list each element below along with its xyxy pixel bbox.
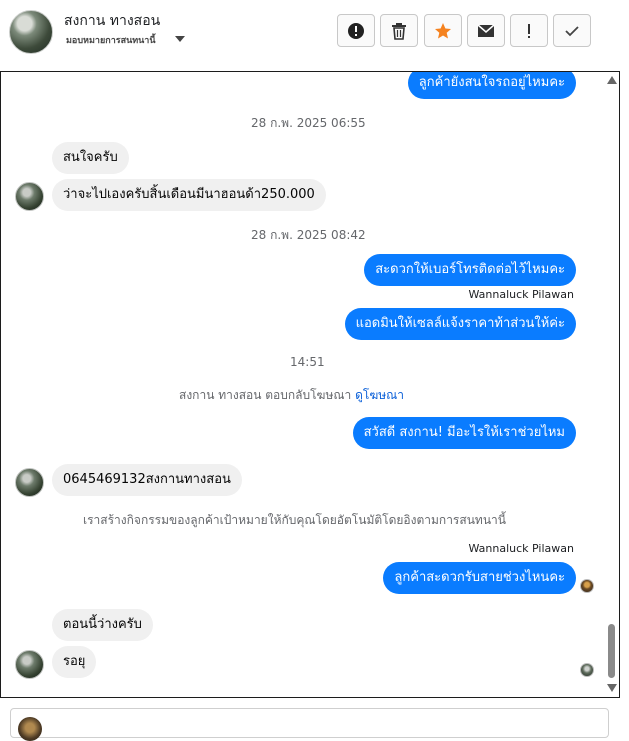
sender-name: Wannaluck Pilawan [468,288,575,301]
message-incoming[interactable]: 0645469132สงกานทางสอน [52,464,242,496]
message-outgoing[interactable]: ลูกค้ายังสนใจรถอยู่ไหมคะ [407,72,576,99]
read-receipt-icon [580,663,594,677]
seen-avatar-icon [580,579,594,593]
timestamp: 28 ก.พ. 2025 08:42 [251,228,366,242]
mail-icon [477,23,495,37]
message-outgoing[interactable]: แอดมินให้เซลล์แจ้งราคาท้าส่วนให้ค่ะ [344,308,576,340]
chevron-down-icon[interactable] [175,36,185,42]
message-incoming[interactable]: รอยุ [52,646,97,678]
message-outgoing[interactable]: สะดวกให้เบอร์โทรติดต่อไว้ไหมคะ [364,254,576,286]
ad-reply-text: สงกาน ทางสอน ตอบกลับโฆษณา [179,388,352,402]
report-button[interactable] [337,14,375,47]
star-button[interactable] [424,14,462,47]
message-outgoing[interactable]: ลูกค้าสะดวกรับสายช่วงไหนคะ [383,562,576,594]
exclamation-icon [528,23,530,38]
message-outgoing[interactable]: สวัสดี สงกาน! มีอะไรให้เราช่วยไหม [352,417,576,449]
lead-activity-notice: เราสร้างกิจกรรมของลูกค้าเป้าหมายให้กับคุ… [83,513,506,527]
scroll-up-icon[interactable] [607,76,617,84]
contact-avatar-small[interactable] [15,650,44,679]
message-incoming[interactable]: สนใจครับ [52,142,129,174]
contact-avatar[interactable] [9,10,53,54]
scrollbar-thumb[interactable] [608,624,615,678]
message-thread[interactable]: ลูกค้ายังสนใจรถอยู่ไหมคะ 28 ก.พ. 2025 06… [0,71,620,698]
contact-avatar-small[interactable] [15,182,44,211]
trash-icon [392,22,406,40]
ad-reply-notice: สงกาน ทางสอน ตอบกลับโฆษณา ดูโฆษณา [179,386,404,405]
scroll-down-icon[interactable] [607,684,617,692]
delete-button[interactable] [380,14,418,47]
sender-name: Wannaluck Pilawan [468,542,575,555]
message-composer[interactable] [10,708,609,741]
message-incoming[interactable]: ตอนนี้ว่างครับ [52,609,153,641]
conversation-header: สงกาน ทางสอน มอบหมายการสนทนานี้ [0,0,629,64]
flag-button[interactable] [510,14,548,47]
message-incoming[interactable]: ว่าจะไปเองครับสิ้นเดือนมีนาฮอนด้า250.000 [52,179,326,211]
mark-done-button[interactable] [553,14,591,47]
report-icon [348,22,364,39]
timestamp: 28 ก.พ. 2025 06:55 [251,116,366,130]
mark-unread-button[interactable] [467,14,505,47]
scrollbar[interactable] [604,72,619,697]
window-edge [620,0,629,727]
star-icon [435,22,451,38]
check-icon [565,25,579,36]
contact-name[interactable]: สงกาน ทางสอน [64,10,160,32]
view-ad-link[interactable]: ดูโฆษณา [355,388,404,402]
agent-avatar [18,717,42,741]
assign-conversation-label[interactable]: มอบหมายการสนทนานี้ [66,33,156,47]
contact-avatar-small[interactable] [15,468,44,497]
timestamp: 14:51 [290,355,325,369]
